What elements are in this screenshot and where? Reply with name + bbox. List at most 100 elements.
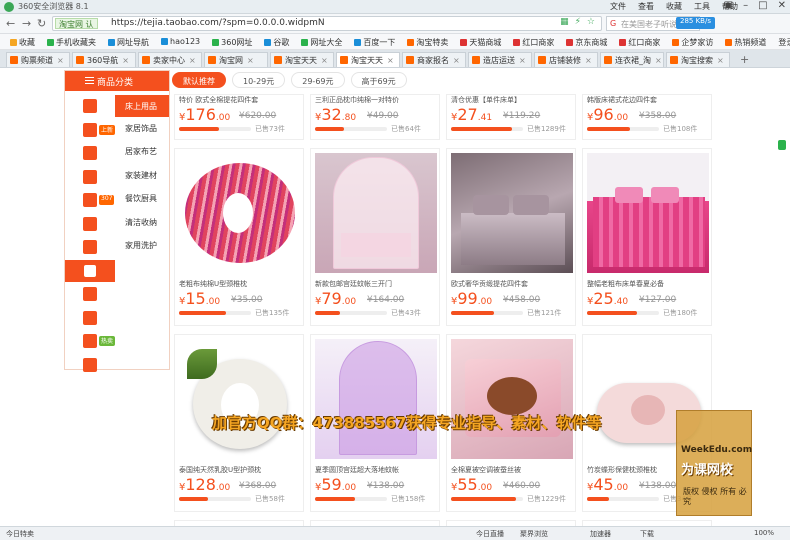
bookmark-item[interactable]: 淘宝特卖 (401, 34, 454, 49)
bookmark-item[interactable]: hao123 (155, 34, 206, 49)
product-name[interactable]: 清仓优惠【单件床单】 (451, 95, 573, 105)
bookmark-manager[interactable]: 登录管家 (772, 34, 790, 49)
tab-3[interactable]: 淘宝网 × (204, 52, 268, 67)
url-field[interactable]: 淘宝网 认 https://tejia.taobao.com/?spm=0.0.… (52, 16, 602, 31)
hat-icon[interactable] (83, 357, 97, 372)
tab-close-icon[interactable]: × (585, 56, 592, 65)
filter-above-69[interactable]: 高于69元 (350, 72, 407, 88)
product-name[interactable]: 夏季圆顶宫廷超大落地蚊帐 (315, 465, 437, 475)
bookmark-item[interactable]: 网址导航 (102, 34, 155, 49)
new-tab-button[interactable]: + (740, 53, 749, 66)
bookmark-item[interactable]: 谷歌 (258, 34, 295, 49)
product-image[interactable] (587, 153, 709, 273)
gift-icon[interactable] (83, 334, 97, 348)
product-card[interactable]: 老粗布纯棉U型颈椎枕 ¥15.00 ¥35.00 已售135件 (174, 148, 304, 326)
monitor-icon[interactable] (83, 310, 97, 325)
subcategory-item[interactable]: 床上用品 (115, 95, 169, 117)
tab-close-icon[interactable]: × (247, 56, 254, 65)
product-name[interactable]: 韩版床裙式花边四件套 (587, 95, 709, 105)
lightning-icon[interactable]: ⚡ (575, 17, 581, 27)
bookmark-item[interactable]: 网址大全 (295, 34, 348, 49)
product-image[interactable] (315, 339, 437, 459)
filter-10-29[interactable]: 10-29元 (232, 72, 286, 88)
tab-10[interactable]: 淘宝搜索 × (666, 52, 730, 67)
tab-close-icon[interactable]: × (717, 56, 724, 65)
grid-icon[interactable]: ▦ (560, 17, 569, 27)
filter-default[interactable]: 默认推荐 (172, 72, 226, 88)
bookmark-item[interactable]: 京东商城 (560, 34, 613, 49)
maximize-button[interactable]: □ (758, 0, 767, 11)
refresh-icon[interactable]: ↻ (37, 17, 46, 30)
product-card[interactable]: 整幅老粗布床单春夏必备 ¥25.40 ¥127.00 已售180件 (582, 148, 712, 326)
bookmark-item[interactable]: 360网址 (206, 34, 258, 49)
side-scroll-icon[interactable] (778, 140, 786, 150)
tab-9[interactable]: 连衣裙_淘 × (600, 52, 664, 67)
back-icon[interactable]: ← (6, 17, 15, 30)
washcare-icon[interactable] (83, 240, 97, 254)
subcategory-item[interactable]: 清洁收纳 (125, 217, 157, 228)
fabric-icon[interactable] (83, 146, 97, 160)
product-name[interactable]: 泰国纯天然乳胶U型护颈枕 (179, 465, 301, 475)
decor-icon[interactable] (83, 122, 97, 137)
kitchen-icon[interactable] (83, 193, 97, 207)
product-name[interactable]: 老粗布纯棉U型颈椎枕 (179, 279, 301, 289)
product-name[interactable]: 特价 欧式全棉提花四件套 (179, 95, 301, 105)
filter-29-69[interactable]: 29-69元 (291, 72, 345, 88)
tab-4[interactable]: 淘宝天天 × (270, 52, 334, 67)
bookmark-item[interactable]: 手机收藏夹 (41, 34, 102, 49)
product-image[interactable] (451, 153, 573, 273)
subcategory-item[interactable]: 餐饮厨具 (125, 193, 157, 204)
product-card[interactable]: 清仓优惠【单件床单】 ¥27.41 ¥119.20 已售1289件 (446, 94, 576, 140)
tab-close-icon[interactable]: × (321, 56, 328, 65)
tab-close-icon[interactable]: × (387, 56, 394, 65)
bookmark-item[interactable]: 百度一下 (348, 34, 401, 49)
cleaning-icon[interactable] (83, 216, 97, 231)
tab-close-icon[interactable]: × (453, 56, 460, 65)
bookmark-item[interactable]: 红口商家 (507, 34, 560, 49)
product-image[interactable] (179, 153, 301, 273)
minimize-button[interactable]: – (743, 0, 748, 11)
lamp-icon[interactable] (65, 259, 115, 282)
product-card[interactable]: 韩版床裙式花边四件套 ¥96.00 ¥358.00 已售108件 (582, 94, 712, 140)
url-text[interactable]: https://tejia.taobao.com/?spm=0.0.0.0.wi… (111, 18, 325, 28)
product-image[interactable] (315, 153, 437, 273)
subcategory-item[interactable]: 家居饰品 (125, 123, 157, 134)
product-name[interactable]: 整幅老粗布床单春夏必备 (587, 279, 709, 289)
status-accelerator[interactable]: 加速器 (590, 529, 611, 539)
subcategory-item[interactable]: 居家布艺 (125, 146, 157, 157)
tab-close-icon[interactable]: × (57, 56, 64, 65)
subcategory-item[interactable]: 家装建材 (125, 170, 157, 181)
status-browse[interactable]: 聚界浏览 (520, 529, 548, 539)
tab-5[interactable]: 淘宝天天 × (336, 52, 400, 67)
product-card[interactable]: 特价 欧式全棉提花四件套 ¥176.00 ¥620.00 已售73件 (174, 94, 304, 140)
product-card[interactable]: 欧式奢华贡缎提花四件套 ¥99.00 ¥458.00 已售121件 (446, 148, 576, 326)
product-name[interactable]: 新款包邮宫廷蚊帐三开门 (315, 279, 437, 289)
menu-favorites[interactable]: 收藏 (666, 1, 682, 12)
product-card[interactable]: 三利正品枕巾纯棉一对特价 ¥32.80 ¥49.00 已售64件 (310, 94, 440, 140)
tab-close-icon[interactable]: × (122, 56, 129, 65)
product-name[interactable]: 全棉夏被空调被蚕丝被 (451, 465, 573, 475)
building-icon[interactable] (83, 169, 97, 184)
skin-icon[interactable]: ▣ (724, 0, 733, 11)
tab-close-icon[interactable]: × (655, 56, 662, 65)
product-image[interactable] (451, 339, 573, 459)
tab-close-icon[interactable]: × (519, 56, 526, 65)
product-name[interactable]: 欧式奢华贡缎提花四件套 (451, 279, 573, 289)
subcategory-item[interactable]: 家用洗护 (125, 240, 157, 251)
tab-0[interactable]: 购票频道 × (6, 52, 70, 67)
status-live[interactable]: 今日直播 (476, 529, 504, 539)
bookmark-item[interactable]: 企梦家访 (666, 34, 719, 49)
tab-1[interactable]: 360导航 × (72, 52, 136, 67)
bookmark-item[interactable]: 收藏 (4, 34, 41, 49)
menu-view[interactable]: 查看 (638, 1, 654, 12)
menu-file[interactable]: 文件 (610, 1, 626, 12)
tab-close-icon[interactable]: × (189, 56, 196, 65)
menu-tools[interactable]: 工具 (694, 1, 710, 12)
product-image[interactable] (179, 339, 301, 459)
tab-7[interactable]: 造店运送 × (468, 52, 532, 67)
tab-8[interactable]: 店铺装修 × (534, 52, 598, 67)
tab-2[interactable]: 卖家中心 × (138, 52, 202, 67)
product-card[interactable]: 新款包邮宫廷蚊帐三开门 ¥79.00 ¥164.00 已售43件 (310, 148, 440, 326)
tab-6[interactable]: 商家报名 × (402, 52, 466, 67)
close-button[interactable]: ✕ (778, 0, 786, 11)
